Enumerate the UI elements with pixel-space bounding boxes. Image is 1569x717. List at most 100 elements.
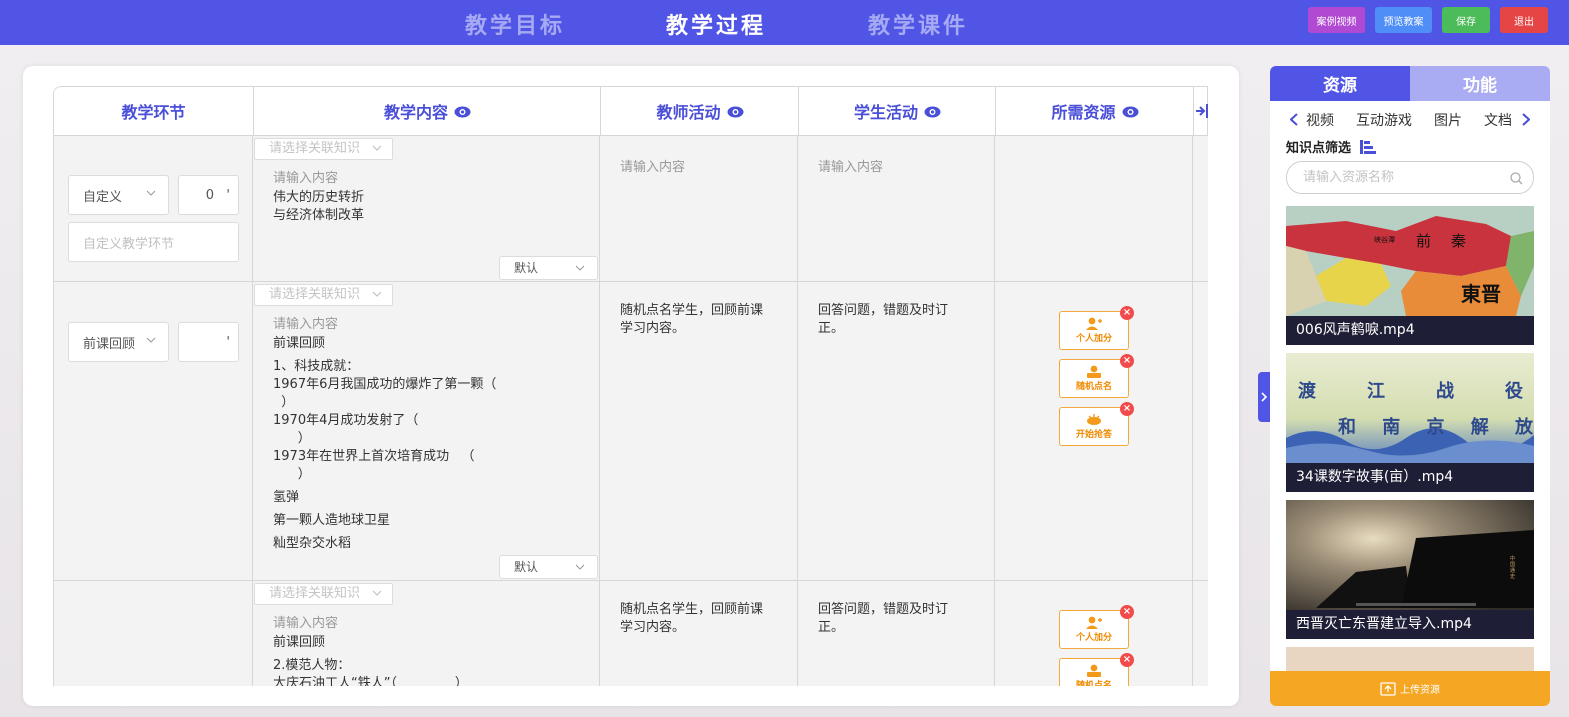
resource-panel: 资源 功能 视频 互动游戏 图片 文档 知识点筛选 请输入资源名称 前 秦 東晋… [1270, 66, 1550, 706]
user-card-icon [1087, 365, 1101, 378]
knowledge-select[interactable]: 请选择关联知识 [254, 583, 393, 605]
preview-plan-button[interactable]: 预览教案 [1375, 7, 1432, 33]
minutes-input[interactable]: 0 ' [178, 175, 239, 215]
chevron-down-icon [372, 145, 382, 151]
content-line[interactable]: 前课回顾 [273, 634, 325, 652]
content-line[interactable]: 1967年6月我国成功的爆炸了第一颗（ ） [273, 376, 496, 412]
student-activity-text: 回答问题，错题及时订 正。 [818, 303, 949, 336]
student-activity-cell[interactable]: 请输入内容 [798, 136, 995, 281]
tab-functions[interactable]: 功能 [1410, 66, 1550, 101]
close-icon[interactable]: × [1120, 354, 1134, 368]
video-card[interactable]: 前 秦 東晋 峡谷潭 006风声鹤唳.mp4 [1286, 206, 1534, 345]
teacher-activity-cell[interactable]: 随机点名学生，回顾前课 学习内容。 [600, 581, 798, 686]
content-line[interactable]: 1、科技成就： [273, 358, 359, 376]
map-thumbnail: 前 秦 東晋 峡谷潭 [1286, 206, 1534, 316]
resource-search-input[interactable]: 请输入资源名称 [1286, 161, 1534, 194]
custom-stage-input[interactable]: 自定义教学环节 [68, 222, 239, 262]
content-line[interactable]: 1970年4月成功发射了（ ） [273, 412, 418, 448]
collapse-panel-toggle[interactable] [1258, 372, 1270, 422]
teacher-activity-cell[interactable]: 请输入内容 [600, 136, 798, 281]
teacher-activity-cell[interactable]: 随机点名学生，回顾前课 学习内容。 [600, 282, 798, 580]
close-icon[interactable]: × [1120, 653, 1134, 667]
map-label: 前 [1416, 232, 1431, 250]
content-line[interactable]: 第一颗人造地球卫星 [273, 512, 390, 530]
banner-title: 渡 江 战 役 [1298, 381, 1523, 402]
close-icon[interactable]: × [1120, 605, 1134, 619]
random-call-tool[interactable]: 随机点名 × [1059, 653, 1134, 686]
category-video[interactable]: 视频 [1306, 110, 1334, 130]
video-card[interactable]: 渡 江 战 役 和 南 京 解 放 34课数字故事(亩）.mp4 [1286, 353, 1534, 492]
tab-resources[interactable]: 资源 [1270, 66, 1410, 101]
category-document[interactable]: 文档 [1484, 110, 1512, 130]
map-label: 秦 [1451, 232, 1466, 250]
video-card-partial[interactable] [1286, 647, 1534, 671]
random-call-tool[interactable]: 随机点名 × [1059, 354, 1134, 398]
chevron-right-icon [1260, 392, 1267, 402]
close-icon[interactable]: × [1120, 402, 1134, 416]
dusk-thumbnail [1286, 500, 1534, 610]
resources-cell [995, 136, 1193, 281]
content-cell: 请选择关联知识 请输入内容 前课回顾 2.模范人物： 大庆石油工人“铁人”（ ） [253, 581, 600, 686]
buzzer-icon [1087, 414, 1101, 425]
content-text[interactable]: 伟大的历史转折 与经济体制改革 [273, 189, 364, 225]
student-activity-cell[interactable]: 回答问题，错题及时订 正。 [798, 282, 995, 580]
eye-icon[interactable] [924, 106, 941, 117]
map-label: 東晋 [1461, 282, 1501, 306]
expand-columns-icon[interactable] [1195, 103, 1208, 123]
user-card-icon [1087, 664, 1101, 677]
exit-button[interactable]: 退出 [1500, 7, 1548, 33]
tab-teaching-objectives[interactable]: 教学目标 [465, 8, 565, 40]
header-content: 教学内容 [254, 87, 601, 135]
vertical-watermark: 中国通史 [1510, 556, 1516, 580]
category-image[interactable]: 图片 [1434, 110, 1462, 130]
teacher-activity-text: 请输入内容 [620, 160, 686, 175]
table-row: 前课回顾 ' 请选择关联知识 请输入内容 前课回顾 1、科技成就： 1967年6… [53, 282, 1208, 581]
personal-points-tool[interactable]: 个人加分 × [1059, 605, 1134, 649]
stage-cell: 自定义 0 ' 自定义教学环节 [54, 136, 253, 281]
content-line[interactable]: 2.模范人物： [273, 657, 350, 675]
content-line[interactable]: 1973年在世界上首次培育成功 （ ） [273, 448, 474, 484]
video-card[interactable]: 中国通史 西晋灭亡东晋建立导入.mp4 [1286, 500, 1534, 639]
eye-icon[interactable] [1122, 106, 1138, 117]
content-line[interactable]: 氢弹 [273, 489, 299, 507]
user-plus-icon [1086, 317, 1102, 330]
resources-cell: 个人加分 × 随机点名 × 开始抢答 × [995, 282, 1193, 580]
content-line[interactable]: 前课回顾 [273, 335, 325, 353]
knowledge-select[interactable]: 请选择关联知识 [254, 284, 393, 306]
default-select[interactable]: 默认 [499, 555, 598, 579]
content-line[interactable]: 大庆石油工人“铁人”（ ） [273, 675, 468, 686]
student-activity-cell[interactable]: 回答问题，错题及时订 正。 [798, 581, 995, 686]
map-label: 峡谷潭 [1374, 235, 1395, 244]
eye-icon[interactable] [454, 106, 471, 117]
category-interactive-game[interactable]: 互动游戏 [1356, 110, 1412, 130]
tab-teaching-process[interactable]: 教学过程 [666, 8, 766, 40]
tab-teaching-courseware[interactable]: 教学课件 [868, 8, 968, 40]
save-button[interactable]: 保存 [1442, 7, 1490, 33]
table-row: 请选择关联知识 请输入内容 前课回顾 2.模范人物： 大庆石油工人“铁人”（ ）… [53, 581, 1208, 686]
start-quick-answer-tool[interactable]: 开始抢答 × [1059, 402, 1134, 446]
close-icon[interactable]: × [1120, 306, 1134, 320]
personal-points-tool[interactable]: 个人加分 × [1059, 306, 1134, 350]
chevron-down-icon [575, 564, 585, 570]
filter-icon [1359, 140, 1376, 154]
stage-cell [54, 581, 253, 686]
chevron-right-icon[interactable] [1522, 111, 1531, 130]
eye-icon[interactable] [727, 106, 743, 117]
stage-cell: 前课回顾 ' [54, 282, 253, 580]
stage-select[interactable]: 前课回顾 [68, 322, 169, 362]
content-line[interactable]: 籼型杂交水稻 [273, 535, 351, 553]
default-select[interactable]: 默认 [499, 256, 598, 280]
resources-cell: 个人加分 × 随机点名 × [995, 581, 1193, 686]
header-stage: 教学环节 [54, 87, 254, 135]
chevron-left-icon[interactable] [1289, 111, 1298, 130]
header-student-activity: 学生活动 [799, 87, 996, 135]
case-video-button[interactable]: 案例视频 [1308, 7, 1365, 33]
knowledge-select[interactable]: 请选择关联知识 [254, 138, 393, 160]
content-placeholder: 请输入内容 [273, 171, 339, 186]
header-resources: 所需资源 [996, 87, 1194, 135]
knowledge-filter-label[interactable]: 知识点筛选 [1286, 137, 1376, 156]
top-navigation-bar: 教学目标 教学过程 教学课件 案例视频 预览教案 保存 退出 [0, 0, 1569, 45]
stage-select[interactable]: 自定义 [68, 175, 169, 215]
minutes-input[interactable]: ' [178, 322, 239, 362]
upload-resource-button[interactable]: 上传资源 [1270, 671, 1550, 706]
